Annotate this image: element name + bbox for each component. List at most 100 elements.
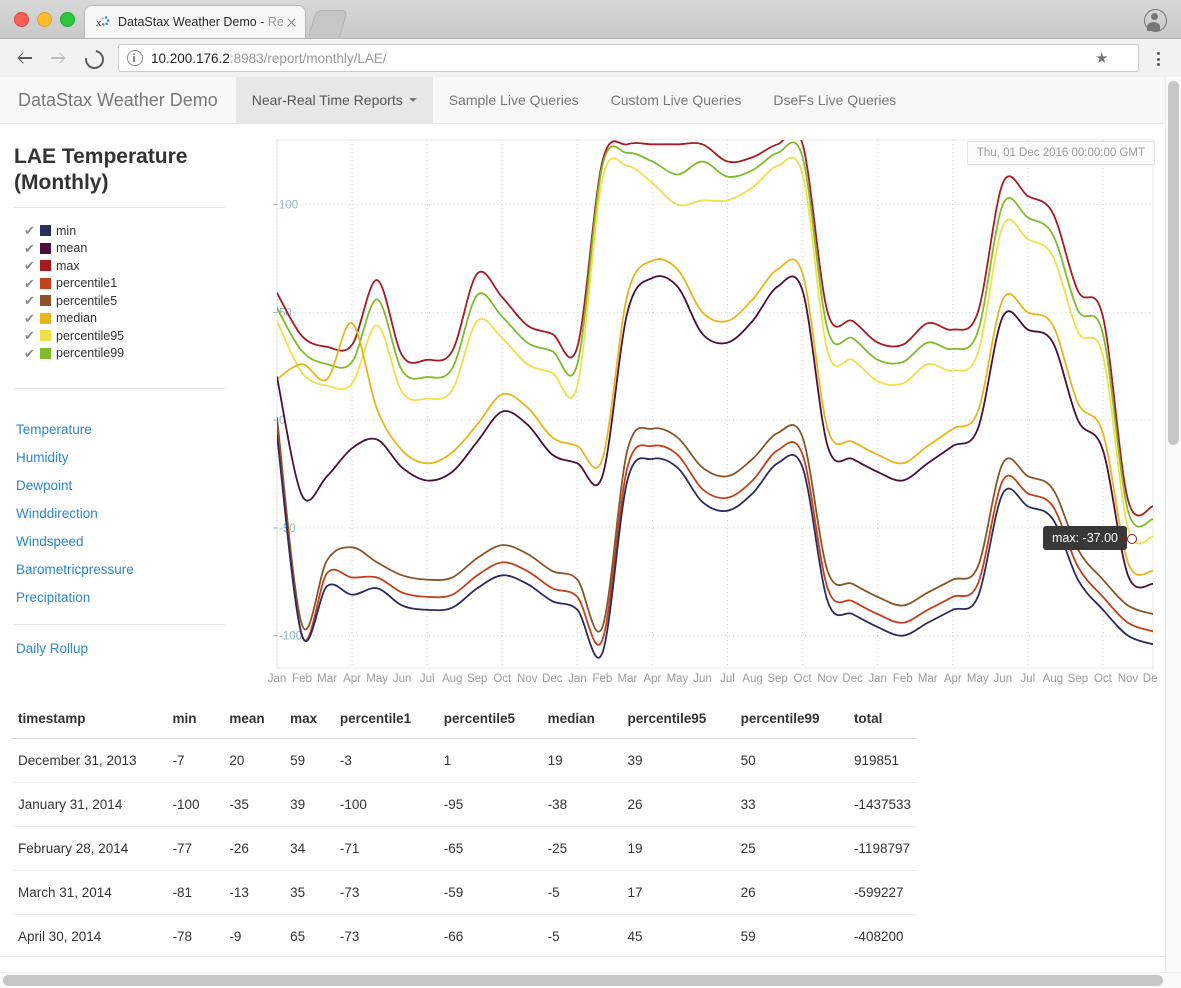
column-header-total[interactable]: total: [848, 701, 917, 739]
column-header-percentile95[interactable]: percentile95: [622, 701, 735, 739]
sidebar-link-temperature[interactable]: Temperature: [14, 415, 225, 443]
x-axis-tick-label: Oct: [1094, 673, 1113, 685]
temperature-line-chart[interactable]: 100500-50-100JanFebMarAprMayJunJulAugSep…: [255, 136, 1157, 701]
x-axis-tick-label: May: [967, 673, 989, 685]
check-icon[interactable]: ✔: [24, 224, 37, 237]
sidebar-link-dewpoint[interactable]: Dewpoint: [14, 471, 225, 499]
chart-panel: 100500-50-100JanFebMarAprMayJunJulAugSep…: [243, 124, 1166, 701]
column-header-percentile1[interactable]: percentile1: [334, 701, 438, 739]
x-axis-tick-label: Sep: [767, 673, 787, 685]
x-axis-tick-label: Dec: [842, 673, 863, 685]
sidebar-link-winddirection[interactable]: Winddirection: [14, 499, 225, 527]
address-bar[interactable]: 10.200.176.2:8983/report/monthly/LAE/ ★: [118, 44, 1139, 72]
hovered-data-point[interactable]: [1127, 534, 1137, 544]
table-row[interactable]: January 31, 2014-100-3539-100-95-382633-…: [12, 783, 917, 827]
color-swatch: [40, 225, 51, 236]
horizontal-scrollbar[interactable]: [0, 972, 1181, 988]
table-cell-max: 34: [284, 827, 334, 871]
column-header-mean[interactable]: mean: [223, 701, 284, 739]
column-header-percentile5[interactable]: percentile5: [438, 701, 542, 739]
browser-menu-button[interactable]: [1145, 43, 1171, 73]
sidebar-link-daily-rollup[interactable]: Daily Rollup: [14, 634, 225, 662]
legend-item-max[interactable]: ✔ max: [24, 257, 225, 275]
close-tab-icon[interactable]: [283, 14, 299, 30]
url-host: 10.200.176.2: [151, 51, 230, 66]
new-tab-button[interactable]: [308, 10, 348, 37]
site-info-icon[interactable]: [127, 50, 143, 66]
nav-item-custom-live-queries[interactable]: Custom Live Queries: [595, 77, 758, 123]
legend-label: max: [56, 259, 80, 273]
table-cell-percentile95: 26: [622, 783, 735, 827]
table-cell-min: -78: [166, 915, 223, 959]
table-row[interactable]: April 30, 2014-78-965-73-66-54559-408200: [12, 915, 917, 959]
reload-button[interactable]: [78, 43, 108, 73]
maximize-window-button[interactable]: [60, 12, 75, 27]
column-header-median[interactable]: median: [542, 701, 622, 739]
app-brand[interactable]: DataStax Weather Demo: [0, 77, 236, 123]
color-swatch: [40, 330, 51, 341]
divider: [14, 624, 225, 625]
color-swatch: [40, 260, 51, 271]
table-cell-mean: -26: [223, 827, 284, 871]
table-cell-timestamp: April 30, 2014: [12, 915, 166, 959]
y-axis-tick-label: 100: [279, 200, 298, 212]
minimize-window-button[interactable]: [37, 12, 52, 27]
column-header-min[interactable]: min: [166, 701, 223, 739]
x-axis-tick-label: Dec: [1143, 673, 1157, 685]
column-header-percentile99[interactable]: percentile99: [735, 701, 848, 739]
table-cell-median: -38: [542, 783, 622, 827]
nav-item-sample-live-queries[interactable]: Sample Live Queries: [433, 77, 595, 123]
table-cell-mean: 20: [223, 739, 284, 783]
table-cell-timestamp: February 28, 2014: [12, 827, 166, 871]
sidebar-link-windspeed[interactable]: Windspeed: [14, 527, 225, 555]
nav-item-near-real-time-reports[interactable]: Near-Real Time Reports: [236, 77, 433, 123]
legend-item-median[interactable]: ✔ median: [24, 310, 225, 328]
legend-item-percentile99[interactable]: ✔ percentile99: [24, 345, 225, 363]
sidebar-link-precipitation[interactable]: Precipitation: [14, 583, 225, 611]
column-header-max[interactable]: max: [284, 701, 334, 739]
table-row[interactable]: March 31, 2014-81-1335-73-59-51726-59922…: [12, 871, 917, 915]
table-row[interactable]: February 28, 2014-77-2634-71-65-251925-1…: [12, 827, 917, 871]
back-button[interactable]: [10, 43, 40, 73]
check-icon[interactable]: ✔: [24, 277, 37, 290]
nav-item-dsefs-live-queries[interactable]: DseFs Live Queries: [757, 77, 912, 123]
profile-avatar-icon[interactable]: [1144, 9, 1167, 32]
color-swatch: [40, 278, 51, 289]
bookmark-star-icon[interactable]: ★: [1095, 51, 1110, 66]
table-cell-percentile1: -73: [334, 915, 438, 959]
color-swatch: [40, 295, 51, 306]
check-icon[interactable]: ✔: [24, 347, 37, 360]
legend-item-mean[interactable]: ✔ mean: [24, 240, 225, 258]
legend-item-percentile1[interactable]: ✔ percentile1: [24, 275, 225, 293]
svg-text:x: x: [96, 17, 102, 29]
vertical-scrollbar[interactable]: [1165, 77, 1181, 973]
x-axis-tick-label: Aug: [442, 673, 462, 685]
table-cell-percentile99: 33: [735, 783, 848, 827]
check-icon[interactable]: ✔: [24, 294, 37, 307]
legend-item-percentile95[interactable]: ✔ percentile95: [24, 327, 225, 345]
chart-hover-tooltip: max: -37.00: [1043, 526, 1127, 550]
x-axis-tick-label: Oct: [493, 673, 512, 685]
legend-item-min[interactable]: ✔ min: [24, 222, 225, 240]
table-cell-mean: -13: [223, 871, 284, 915]
url-path: :8983/report/monthly/LAE/: [230, 51, 387, 66]
chart-container[interactable]: 100500-50-100JanFebMarAprMayJunJulAugSep…: [255, 136, 1157, 701]
column-header-timestamp[interactable]: timestamp: [12, 701, 166, 739]
sidebar-link-barometricpressure[interactable]: Barometricpressure: [14, 555, 225, 583]
horizontal-scrollbar-thumb[interactable]: [3, 975, 1163, 986]
check-icon[interactable]: ✔: [24, 242, 37, 255]
browser-tab[interactable]: x DataStax Weather Demo - Rep: [84, 5, 306, 38]
reload-icon: [81, 46, 107, 72]
check-icon[interactable]: ✔: [24, 312, 37, 325]
check-icon[interactable]: ✔: [24, 329, 37, 342]
x-axis-tick-label: Apr: [944, 673, 962, 685]
legend-item-percentile5[interactable]: ✔ percentile5: [24, 292, 225, 310]
sidebar-link-humidity[interactable]: Humidity: [14, 443, 225, 471]
vertical-scrollbar-thumb[interactable]: [1168, 81, 1179, 445]
forward-button[interactable]: [44, 43, 74, 73]
check-icon[interactable]: ✔: [24, 259, 37, 272]
close-window-button[interactable]: [14, 12, 29, 27]
table-row[interactable]: December 31, 2013-72059-31193950919851: [12, 739, 917, 783]
x-axis-tick-label: Jul: [420, 673, 435, 685]
table-cell-percentile1: -71: [334, 827, 438, 871]
